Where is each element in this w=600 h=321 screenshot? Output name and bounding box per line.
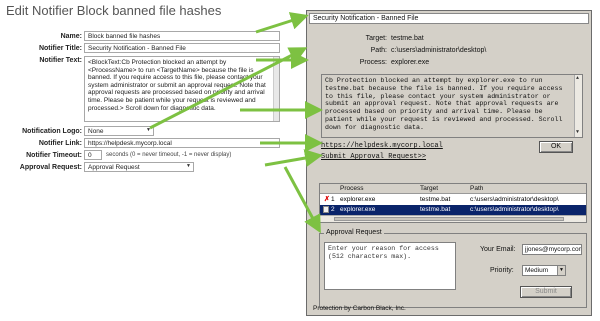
logo-label: Notification Logo:: [22, 128, 82, 135]
approval-request-select[interactable]: Approval Request ▼: [84, 162, 194, 172]
process-value: explorer.exe: [391, 59, 430, 66]
approval-request-group: Approval Request Enter your reason for a…: [319, 229, 587, 308]
notification-message-text: Cb Protection blocked an attempt by expl…: [325, 77, 563, 131]
logo-select-value: None: [88, 128, 104, 135]
submit-button[interactable]: Submit: [520, 286, 572, 298]
chevron-down-icon: ▼: [557, 266, 565, 275]
diagnostic-table: Process Target Path ✗ 1 explorer.exe tes…: [319, 183, 587, 223]
chevron-down-icon: ▼: [186, 163, 191, 169]
approval-label: Approval Request:: [19, 164, 82, 171]
timeout-hint: seconds (0 = never timeout, -1 = never d…: [106, 152, 232, 158]
notifier-link-input[interactable]: https://helpdesk.mycorp.local: [84, 138, 280, 148]
table-row[interactable]: ✗ 1 explorer.exe testme.bat c:\users\adm…: [320, 195, 586, 205]
ok-button[interactable]: OK: [539, 141, 573, 153]
page-title: Edit Notifier Block banned file hashes: [6, 3, 222, 18]
path-label: Path:: [370, 47, 387, 54]
priority-select[interactable]: Medium ▼: [522, 265, 566, 276]
notifier-text-area[interactable]: <BlockText:Cb Protection blocked an atte…: [84, 56, 280, 122]
message-scrollbar[interactable]: ▲ ▼: [574, 75, 582, 137]
arrow-title: [255, 12, 309, 34]
submit-approval-link[interactable]: Submit Approval Request>>: [321, 153, 426, 161]
logo-select[interactable]: None ▼: [84, 126, 154, 136]
approval-select-value: Approval Request: [88, 164, 140, 171]
notification-message: Cb Protection blocked an attempt by expl…: [321, 74, 583, 138]
scroll-up-icon[interactable]: ▲: [576, 75, 579, 83]
timeout-label: Notifier Timeout:: [26, 152, 82, 159]
helpdesk-link[interactable]: https://helpdesk.mycorp.local: [321, 142, 443, 150]
name-label: Name:: [60, 33, 82, 40]
row-process: explorer.exe: [340, 196, 376, 203]
dialog-title: Security Notification - Banned File: [309, 13, 589, 24]
reason-textarea[interactable]: Enter your reason for access (512 charac…: [324, 242, 456, 290]
reason-placeholder: Enter your reason for access (512 charac…: [328, 245, 439, 260]
col-path[interactable]: Path: [470, 185, 483, 192]
textarea-scrollbar[interactable]: [273, 57, 279, 121]
target-value: testme.bat: [391, 35, 424, 42]
table-scrollbar[interactable]: [320, 215, 586, 222]
approval-group-title: Approval Request: [324, 229, 384, 236]
path-value: c:\users\administrator\desktop\: [391, 47, 487, 54]
process-label: Process:: [359, 59, 387, 66]
target-label: Target:: [365, 35, 387, 42]
table-header: Process Target Path: [320, 184, 586, 194]
row-path: c:\users\administrator\desktop\: [470, 206, 559, 213]
row-target: testme.bat: [420, 206, 451, 213]
scroll-down-icon[interactable]: ▼: [576, 129, 579, 137]
row-num: 2: [331, 206, 335, 213]
chevron-down-icon: ▼: [146, 127, 151, 133]
row-num: 1: [331, 196, 335, 203]
email-input[interactable]: jjones@mycorp.com: [522, 244, 582, 255]
notifier-text-value: <BlockText:Cb Protection blocked an atte…: [88, 59, 266, 112]
priority-value: Medium: [525, 267, 549, 274]
title-label: Notifier Title:: [38, 45, 82, 52]
name-input[interactable]: Block banned file hashes: [84, 31, 280, 41]
table-row-selected[interactable]: 2 explorer.exe testme.bat c:\users\admin…: [320, 205, 586, 215]
link-label: Notifier Link:: [38, 140, 82, 147]
col-target[interactable]: Target: [420, 185, 438, 192]
timeout-input[interactable]: 0: [84, 150, 102, 160]
row-process: explorer.exe: [340, 206, 376, 213]
row-path: c:\users\administrator\desktop\: [470, 196, 559, 203]
priority-label: Priority:: [490, 267, 514, 274]
file-icon: [323, 206, 329, 213]
notifier-title-input[interactable]: Security Notification - Banned File: [84, 43, 280, 53]
col-process[interactable]: Process: [340, 185, 363, 192]
text-label: Notifier Text:: [39, 57, 82, 64]
table-scroll-thumb[interactable]: [334, 217, 564, 221]
blocked-x-icon: ✗: [324, 196, 330, 203]
footer-text: Protection by Carbon Black, Inc.: [313, 305, 406, 312]
row-target: testme.bat: [420, 196, 451, 203]
email-label: Your Email:: [480, 246, 516, 253]
notification-dialog: Security Notification - Banned File Targ…: [306, 10, 592, 316]
